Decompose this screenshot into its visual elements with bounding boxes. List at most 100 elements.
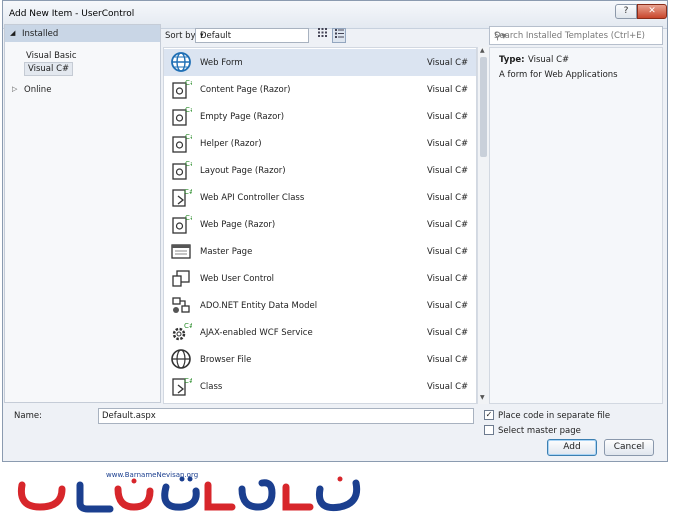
list-item[interactable]: Web User Control Visual C# <box>164 265 476 292</box>
list-scrollbar[interactable]: ▲ ▼ <box>477 47 489 404</box>
template-type: Visual C# <box>427 355 469 365</box>
svg-text:C#: C# <box>185 106 192 114</box>
checkmark-icon: ✓ <box>485 410 493 419</box>
type-value: Visual C# <box>528 55 570 65</box>
sort-dropdown[interactable]: Default ▾ <box>195 28 309 43</box>
razor-page-icon: C# <box>172 214 192 234</box>
razor-page-icon: C# <box>172 106 192 126</box>
template-name: Empty Page (Razor) <box>200 112 285 122</box>
template-description: A form for Web Applications <box>499 70 618 80</box>
class-file-icon: C# <box>172 377 192 396</box>
globe-icon <box>171 349 191 369</box>
template-type: Visual C# <box>427 301 469 311</box>
list-item[interactable]: C# Class Visual C# <box>164 373 476 400</box>
template-type: Visual C# <box>427 139 469 149</box>
dialog-title: Add New Item - UserControl <box>9 9 135 19</box>
template-name: ADO.NET Entity Data Model <box>200 301 318 311</box>
category-tree: ◢ Installed Visual Basic Visual C# ▷ Onl… <box>4 24 161 403</box>
list-view-icon[interactable] <box>332 28 346 43</box>
template-name: AJAX-enabled WCF Service <box>200 328 313 338</box>
tree-node-installed-label: Installed <box>22 29 59 39</box>
tree-node-online[interactable]: Online <box>24 85 51 95</box>
barnamenevisan-logo: www.BarnameNevisan.org <box>17 471 361 513</box>
scroll-up-icon[interactable]: ▲ <box>480 47 485 54</box>
close-button[interactable]: ✕ <box>637 4 667 19</box>
place-code-label: Place code in separate file <box>498 411 611 421</box>
template-name: Web Page (Razor) <box>200 220 276 230</box>
tree-node-installed[interactable]: ◢ Installed <box>5 25 160 42</box>
list-item[interactable]: C# Web API Controller Class Visual C# <box>164 184 476 211</box>
name-input[interactable]: Default.aspx <box>98 408 474 424</box>
svg-text:C#: C# <box>185 214 192 222</box>
tree-item-visual-basic[interactable]: Visual Basic <box>26 51 77 61</box>
master-page-icon <box>171 244 191 259</box>
list-item[interactable]: C# Helper (Razor) Visual C# <box>164 130 476 157</box>
place-code-checkbox[interactable]: ✓ <box>484 410 494 420</box>
list-item[interactable]: C# Web Page (Razor) Visual C# <box>164 211 476 238</box>
tree-item-visual-csharp[interactable]: Visual C# <box>24 62 74 76</box>
help-button[interactable]: ? <box>615 4 637 19</box>
template-name: Web Form <box>200 58 243 68</box>
template-list: Web Form Visual C# C# Content Page (Razo… <box>163 47 477 404</box>
name-label: Name: <box>14 411 42 421</box>
search-placeholder: Search Installed Templates (Ctrl+E) <box>494 31 645 41</box>
template-type: Visual C# <box>427 220 469 230</box>
chevron-down-icon: ▾ <box>200 31 204 39</box>
template-name: Master Page <box>200 247 253 257</box>
svg-text:C#: C# <box>185 160 192 168</box>
list-item[interactable]: Browser File Visual C# <box>164 346 476 373</box>
collapse-triangle-icon: ◢ <box>10 29 16 37</box>
template-type: Visual C# <box>427 247 469 257</box>
type-label: Type: <box>499 55 525 65</box>
razor-page-icon: C# <box>172 160 192 180</box>
template-type: Visual C# <box>427 274 469 284</box>
template-name: Class <box>200 382 223 392</box>
template-name: Web API Controller Class <box>200 193 305 203</box>
template-name: Layout Page (Razor) <box>200 166 286 176</box>
list-item[interactable]: C# Layout Page (Razor) Visual C# <box>164 157 476 184</box>
wcf-service-icon: C# <box>172 322 192 341</box>
user-control-icon <box>172 270 190 287</box>
sort-bar: Sort by: Default ▾ <box>163 26 473 46</box>
search-box[interactable]: Search Installed Templates (Ctrl+E) ⚲▾ <box>489 26 663 45</box>
master-page-checkbox[interactable] <box>484 425 494 435</box>
template-type: Visual C# <box>427 166 469 176</box>
add-button[interactable]: Add <box>547 439 597 456</box>
svg-text:C#: C# <box>184 322 192 330</box>
svg-text:C#: C# <box>185 133 192 141</box>
search-icon[interactable]: ⚲▾ <box>494 31 506 42</box>
list-item[interactable]: ADO.NET Entity Data Model Visual C# <box>164 292 476 319</box>
globe-icon <box>171 52 191 72</box>
template-type: Visual C# <box>427 328 469 338</box>
cancel-button[interactable]: Cancel <box>604 439 654 456</box>
list-item[interactable]: C# Content Page (Razor) Visual C# <box>164 76 476 103</box>
details-pane: Type: Visual C# A form for Web Applicati… <box>489 47 663 404</box>
template-type: Visual C# <box>427 193 469 203</box>
template-name: Browser File <box>200 355 252 365</box>
logo-url: www.BarnameNevisan.org <box>106 471 198 479</box>
name-value: Default.aspx <box>102 411 156 421</box>
template-name: Content Page (Razor) <box>200 85 291 95</box>
template-type: Visual C# <box>427 85 469 95</box>
sort-label: Sort by: <box>165 31 198 41</box>
entity-model-icon <box>172 297 190 313</box>
scrollbar-thumb[interactable] <box>480 57 487 157</box>
list-item[interactable]: C# AJAX-enabled WCF Service Visual C# <box>164 319 476 346</box>
list-item[interactable]: Master Page Visual C# <box>164 238 476 265</box>
svg-text:C#: C# <box>184 377 192 385</box>
template-name: Web User Control <box>200 274 275 284</box>
list-item[interactable]: C# Empty Page (Razor) Visual C# <box>164 103 476 130</box>
class-file-icon: C# <box>172 188 192 207</box>
template-type: Visual C# <box>427 382 469 392</box>
medium-icons-view-icon[interactable] <box>315 28 329 43</box>
razor-page-icon: C# <box>172 133 192 153</box>
scroll-down-icon[interactable]: ▼ <box>480 394 485 401</box>
master-page-label: Select master page <box>498 426 581 436</box>
list-item[interactable]: Web Form Visual C# <box>164 49 476 76</box>
template-type: Visual C# <box>427 112 469 122</box>
svg-text:C#: C# <box>185 79 192 87</box>
razor-page-icon: C# <box>172 79 192 99</box>
template-type: Visual C# <box>427 58 469 68</box>
template-name: Helper (Razor) <box>200 139 262 149</box>
expand-triangle-icon[interactable]: ▷ <box>12 85 17 93</box>
